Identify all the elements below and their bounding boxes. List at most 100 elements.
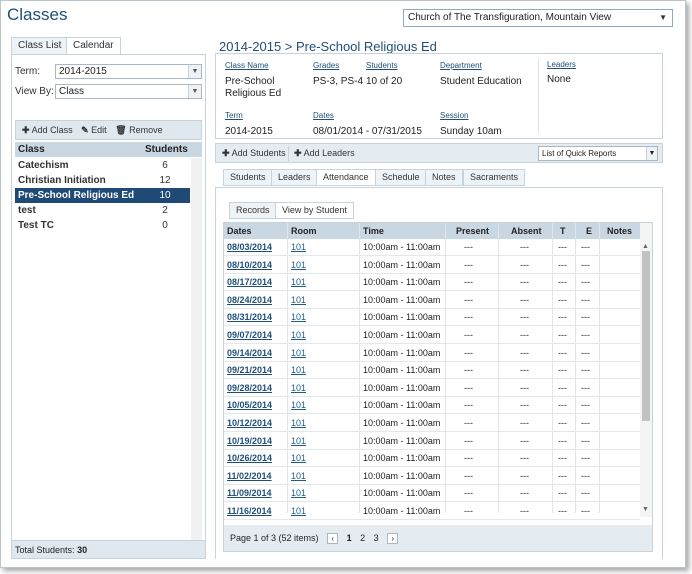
edit-button[interactable]: ✎ Edit (81, 125, 107, 135)
class-list-scrollbar[interactable] (191, 158, 202, 553)
class-row[interactable]: Test TC 0 (15, 218, 190, 233)
cell-date[interactable]: 09/14/2014 (227, 345, 272, 362)
col-absent[interactable]: Absent (511, 223, 542, 239)
next-page-icon[interactable]: › (387, 533, 399, 545)
table-row[interactable]: 09/07/2014 101 10:00am - 11:00am --- --- --- -… (224, 327, 640, 344)
page-3[interactable]: 3 (374, 525, 379, 551)
cell-room[interactable]: 101 (291, 380, 306, 397)
cell-room[interactable]: 101 (291, 468, 306, 485)
department-label: Department (440, 61, 482, 70)
cell-date[interactable]: 09/21/2014 (227, 362, 272, 379)
col-room[interactable]: Room (291, 223, 317, 239)
class-row-selected[interactable]: Pre-School Religious Ed 10 (15, 188, 190, 203)
cell-room[interactable]: 101 (291, 415, 306, 432)
cell-room[interactable]: 101 (291, 274, 306, 291)
cell-date[interactable]: 09/28/2014 (227, 380, 272, 397)
cell-time: 10:00am - 11:00am (363, 435, 441, 446)
left-panel: Class List Calendar Term: 2014-2015 ▼ Vie… (11, 37, 206, 559)
quick-reports-select[interactable]: List of Quick Reports ▼ (538, 146, 658, 161)
add-class-button[interactable]: ✚ Add Class (22, 125, 73, 135)
add-leaders-button[interactable]: ✚ Add Leaders (294, 146, 355, 161)
table-row[interactable]: 08/10/2014 101 10:00am - 11:00am --- --- --- -… (224, 257, 640, 274)
prev-page-icon[interactable]: ‹ (327, 533, 339, 545)
cell-date[interactable]: 10/12/2014 (227, 415, 272, 432)
table-row[interactable]: 08/24/2014 101 10:00am - 11:00am --- --- --- -… (224, 292, 640, 309)
cell-date[interactable]: 08/17/2014 (227, 274, 272, 291)
cell-room[interactable]: 101 (291, 309, 306, 326)
church-select[interactable]: Church of The Transfiguration, Mountain … (403, 9, 673, 27)
table-row[interactable]: 11/16/2014 101 10:00am - 11:00am --- --- --- -… (224, 503, 640, 520)
subtab-records[interactable]: Records (229, 202, 277, 219)
cell-date[interactable]: 10/19/2014 (227, 433, 272, 450)
scroll-thumb[interactable] (642, 251, 650, 421)
cell-room[interactable]: 101 (291, 450, 306, 467)
cell-date[interactable]: 10/26/2014 (227, 450, 272, 467)
cell-room[interactable]: 101 (291, 485, 306, 502)
tab-class-list[interactable]: Class List (11, 37, 69, 54)
tab-sacraments[interactable]: Sacraments (463, 169, 526, 186)
page-2[interactable]: 2 (360, 525, 365, 551)
cell-date[interactable]: 08/10/2014 (227, 257, 272, 274)
tab-calendar[interactable]: Calendar (66, 37, 121, 55)
table-row[interactable]: 08/31/2014 101 10:00am - 11:00am --- --- --- -… (224, 309, 640, 327)
table-row[interactable]: 10/26/2014 101 10:00am - 11:00am --- --- --- -… (224, 450, 640, 468)
add-students-button[interactable]: ✚ Add Students (222, 146, 286, 161)
cell-date[interactable]: 08/03/2014 (227, 239, 272, 256)
table-row[interactable]: 09/21/2014 101 10:00am - 11:00am --- --- --- -… (224, 362, 640, 380)
col-dates[interactable]: Dates (227, 223, 252, 239)
header-class[interactable]: Class (18, 142, 45, 157)
cell-room[interactable]: 101 (291, 239, 306, 256)
tab-leaders[interactable]: Leaders (271, 169, 318, 186)
col-time[interactable]: Time (363, 223, 384, 239)
table-row[interactable]: 11/09/2014 101 10:00am - 11:00am --- --- --- -… (224, 485, 640, 503)
table-row[interactable]: 10/05/2014 101 10:00am - 11:00am --- --- --- -… (224, 397, 640, 415)
cell-date[interactable]: 10/05/2014 (227, 397, 272, 414)
cell-room[interactable]: 101 (291, 257, 306, 274)
col-t[interactable]: T (560, 223, 566, 239)
cell-room[interactable]: 101 (291, 327, 306, 344)
cell-room[interactable]: 101 (291, 433, 306, 450)
cell-date[interactable]: 11/16/2014 (227, 503, 272, 520)
table-row[interactable]: 11/02/2014 101 10:00am - 11:00am --- --- --- -… (224, 468, 640, 485)
term-select[interactable]: 2014-2015 ▼ (55, 64, 202, 79)
grid-scrollbar[interactable]: ▲ ▼ (640, 223, 652, 517)
table-row[interactable]: 08/17/2014 101 10:00am - 11:00am --- --- --- -… (224, 274, 640, 292)
table-row[interactable]: 09/14/2014 101 10:00am - 11:00am --- --- --- -… (224, 345, 640, 362)
class-row[interactable]: test 2 (15, 203, 190, 218)
cell-room[interactable]: 101 (291, 503, 306, 520)
cell-date[interactable]: 09/07/2014 (227, 327, 272, 344)
scroll-up-icon[interactable]: ▲ (642, 243, 649, 250)
col-e[interactable]: E (586, 223, 592, 239)
cell-room[interactable]: 101 (291, 345, 306, 362)
cell-room[interactable]: 101 (291, 397, 306, 414)
table-row[interactable]: 10/19/2014 101 10:00am - 11:00am --- --- --- -… (224, 433, 640, 450)
tab-attendance[interactable]: Attendance (316, 169, 376, 186)
table-row[interactable]: 10/12/2014 101 10:00am - 11:00am --- --- --- -… (224, 415, 640, 432)
table-row[interactable]: 08/03/2014 101 10:00am - 11:00am --- --- --- -… (224, 239, 640, 256)
class-row[interactable]: Catechism 6 (15, 158, 190, 173)
cell-date[interactable]: 08/24/2014 (227, 292, 272, 309)
cell-date[interactable]: 11/02/2014 (227, 468, 272, 485)
class-row[interactable]: Christian Initiation 12 (15, 173, 190, 188)
subtab-view-by-student[interactable]: View by Student (275, 202, 354, 219)
cell-absent: --- (520, 365, 529, 376)
viewby-select[interactable]: Class ▼ (55, 84, 202, 99)
tab-students[interactable]: Students (223, 169, 273, 186)
cell-room[interactable]: 101 (291, 362, 306, 379)
cell-room[interactable]: 101 (291, 292, 306, 309)
page-1[interactable]: 1 (347, 525, 352, 551)
header-students[interactable]: Students (145, 142, 188, 157)
remove-button[interactable]: 🗑 Remove (115, 125, 162, 135)
class-name: Test TC (18, 220, 54, 231)
col-present[interactable]: Present (456, 223, 489, 239)
table-row[interactable]: 09/28/2014 101 10:00am - 11:00am --- --- --- -… (224, 380, 640, 397)
col-notes[interactable]: Notes (607, 223, 632, 239)
cell-t: --- (558, 312, 567, 323)
cell-e: --- (581, 382, 590, 393)
cell-date[interactable]: 11/09/2014 (227, 485, 272, 502)
scroll-down-icon[interactable]: ▼ (642, 506, 649, 513)
tab-schedule[interactable]: Schedule (375, 169, 427, 186)
cell-date[interactable]: 08/31/2014 (227, 309, 272, 326)
leaders-label[interactable]: Leaders (547, 60, 576, 69)
tab-notes[interactable]: Notes (425, 169, 463, 186)
